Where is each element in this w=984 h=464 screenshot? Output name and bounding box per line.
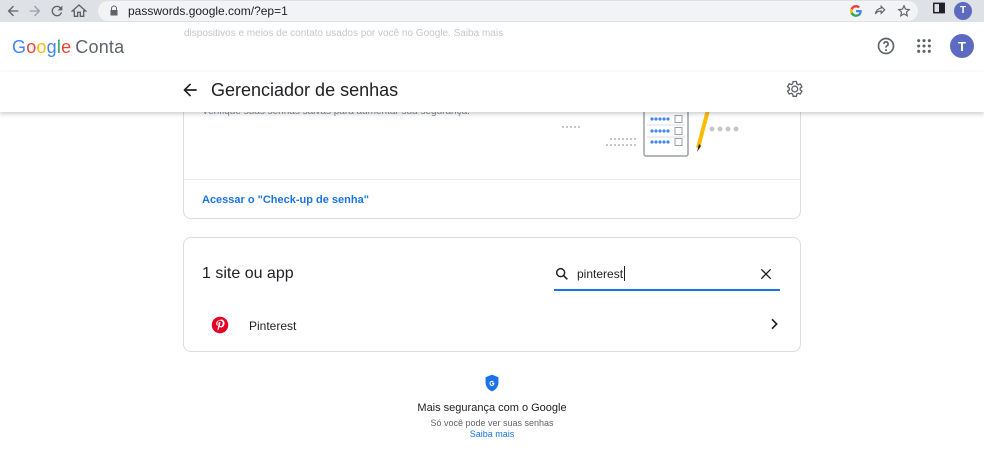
logo-letter: e: [61, 37, 72, 57]
password-search-field[interactable]: pinterest: [554, 258, 780, 291]
apps-grid-icon[interactable]: [912, 34, 936, 58]
url-text[interactable]: passwords.google.com/?ep=1: [128, 4, 288, 18]
back-arrow-icon[interactable]: [180, 80, 200, 100]
google-translate-icon[interactable]: [848, 3, 864, 19]
search-icon: [555, 267, 568, 280]
search-input[interactable]: pinterest: [577, 267, 623, 281]
footer-subtitle: Só você pode ver suas senhas: [430, 418, 554, 428]
arrow-right-icon: [29, 5, 41, 17]
browser-profile-avatar[interactable]: T: [954, 1, 972, 20]
side-panel-icon[interactable]: [932, 1, 946, 20]
google-shield-icon: [485, 374, 499, 392]
arrow-left-icon: [7, 5, 19, 17]
google-account-logo[interactable]: Google Conta: [12, 37, 124, 58]
logo-letter: G: [12, 37, 27, 57]
reload-icon: [51, 5, 63, 17]
star-icon[interactable]: [896, 3, 912, 19]
forward-nav-button[interactable]: [24, 0, 46, 22]
logo-letter: o: [36, 37, 47, 57]
account-avatar[interactable]: T: [950, 34, 974, 58]
share-icon[interactable]: [872, 3, 888, 19]
home-icon: [71, 4, 87, 17]
help-icon[interactable]: [874, 34, 898, 58]
text-cursor: [624, 266, 625, 281]
results-count: 1 site ou app: [202, 265, 294, 282]
site-name: Pinterest: [249, 319, 297, 333]
learn-more-link[interactable]: Saiba mais: [0, 429, 984, 439]
gear-icon[interactable]: [784, 79, 804, 99]
chevron-right-icon: [771, 318, 778, 330]
page-title: Gerenciador de senhas: [211, 80, 399, 100]
faded-scrolled-text: dispositivos e meios de contato usados p…: [184, 28, 504, 39]
logo-letter: o: [26, 37, 37, 57]
pinterest-icon: [211, 316, 229, 334]
saved-passwords-card: 1 site ou app pinterest Pinterest: [183, 237, 801, 352]
browser-toolbar: passwords.google.com/?ep=1 T: [0, 0, 984, 22]
page: passwords.google.com/?ep=1 T dispositivo…: [0, 0, 984, 464]
home-button[interactable]: [68, 0, 90, 22]
address-bar[interactable]: passwords.google.com/?ep=1: [98, 1, 918, 21]
list-item[interactable]: Pinterest: [184, 308, 800, 344]
card-divider: [184, 179, 800, 180]
checkup-link[interactable]: Acessar o "Check-up de senha": [202, 194, 369, 206]
footer-title: Mais segurança com o Google: [417, 402, 567, 414]
security-footer: Mais segurança com o Google Só você pode…: [0, 374, 984, 439]
reload-button[interactable]: [46, 0, 68, 22]
product-name: Conta: [75, 37, 125, 57]
google-account-header: dispositivos e meios de contato usados p…: [0, 22, 984, 72]
back-nav-button[interactable]: [2, 0, 24, 22]
close-icon[interactable]: [758, 266, 774, 282]
lock-icon: [110, 5, 118, 16]
page-title-bar: Gerenciador de senhas: [0, 72, 984, 112]
logo-letter: g: [46, 37, 57, 57]
